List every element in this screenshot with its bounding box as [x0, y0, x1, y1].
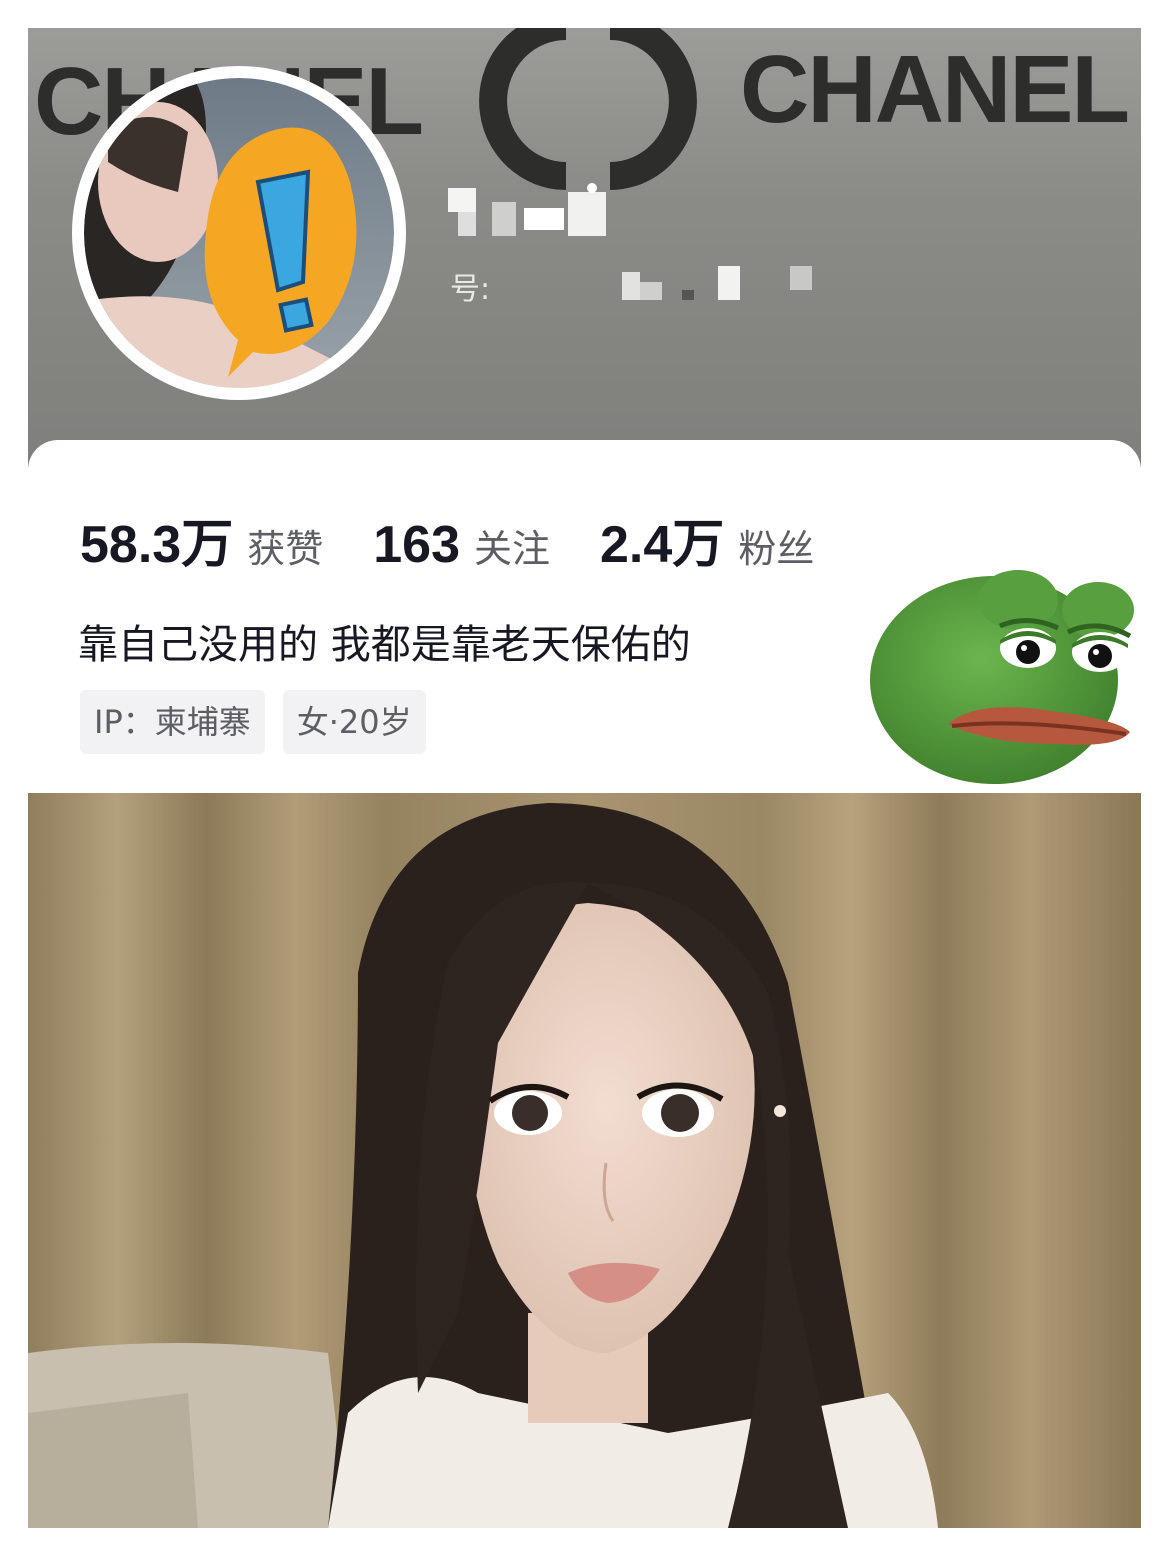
profile-screenshot: CHANEL CHANEL: [28, 28, 1141, 1528]
profile-bio: 靠自己没用的 我都是靠老天保佑的: [78, 622, 691, 668]
profile-tags: IP：柬埔寨 女·20岁: [80, 690, 444, 754]
following-count: 163: [373, 516, 460, 574]
avatar[interactable]: [78, 72, 400, 394]
ip-location-tag: IP：柬埔寨: [80, 690, 265, 754]
likes-label: 获赞: [247, 527, 324, 571]
account-id-redacted: [622, 266, 812, 300]
brand-text-right: CHANEL: [740, 36, 1130, 143]
chanel-cc-logo-icon: [479, 28, 697, 190]
followers-label: 粉丝: [738, 527, 815, 571]
profile-banner: CHANEL CHANEL: [28, 28, 1141, 488]
profile-stats: 58.3万 获赞 163 关注 2.4万 粉丝: [80, 502, 864, 577]
likes-count: 58.3万: [80, 516, 234, 574]
profile-photo[interactable]: [28, 793, 1141, 1528]
gender-age-tag: 女·20岁: [282, 690, 426, 754]
avatar-image: [78, 72, 400, 394]
following-label: 关注: [474, 527, 551, 571]
pepe-frog-sticker-icon: [870, 570, 1134, 784]
profile-info-card: 58.3万 获赞 163 关注 2.4万 粉丝 靠自己没用的 我都是靠老天保佑的…: [28, 440, 1141, 790]
username-redacted: [448, 183, 606, 236]
account-id-label: 号:: [450, 272, 491, 307]
followers-stat[interactable]: 2.4万 粉丝: [600, 502, 814, 577]
following-stat[interactable]: 163 关注: [373, 515, 550, 575]
likes-stat[interactable]: 58.3万 获赞: [80, 502, 323, 577]
followers-count: 2.4万: [600, 516, 725, 574]
